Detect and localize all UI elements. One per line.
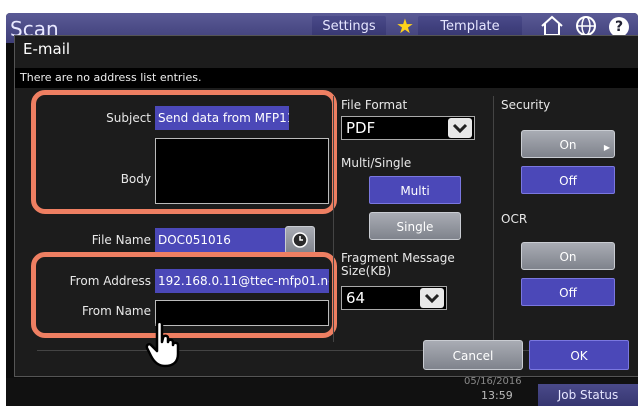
security-label: Security [501,98,551,112]
single-button[interactable]: Single [369,212,461,240]
job-status-button[interactable]: Job Status [538,384,638,406]
file-name-field[interactable]: DOC051016 [155,228,289,252]
scan-screen: Scan Settings ★ Template ? E-mail There … [6,13,638,406]
ocr-label: OCR [501,212,528,226]
status-bar: 05/16/2016 13:59 Job Status [6,376,638,406]
fragment-size-value: 64 [346,289,366,307]
ocr-on-button[interactable]: On [521,242,615,270]
help-icon[interactable]: ? [609,17,629,37]
multi-single-label: Multi/Single [341,156,412,170]
subject-body-highlight [31,90,337,214]
date-text: 05/16/2016 [464,376,522,387]
right-divider [493,96,494,342]
ok-button[interactable]: OK [529,340,629,370]
fragment-size-label: Fragment Message Size(KB) [341,251,455,278]
file-format-value: PDF [346,119,376,137]
file-name-label: File Name [91,233,151,247]
time-text: 13:59 [481,389,513,402]
dialog-title: E-mail [23,40,71,58]
triangle-right-icon: ▶ [603,143,610,152]
fragment-size-dropdown[interactable]: 64 [341,286,447,310]
file-format-label: File Format [341,98,408,112]
file-format-dropdown[interactable]: PDF [341,116,475,140]
email-dialog: E-mail There are no address list entries… [14,35,638,377]
security-off-button[interactable]: Off [521,166,615,194]
notice-text: There are no address list entries. [20,71,202,84]
cancel-button[interactable]: Cancel [423,340,523,370]
chevron-down-icon [420,288,444,308]
hand-pointer-icon [143,320,187,374]
security-on-label: On [559,138,577,152]
multi-button[interactable]: Multi [369,176,461,204]
chevron-down-icon [448,118,472,138]
ocr-off-button[interactable]: Off [521,278,615,306]
left-divider [333,96,334,342]
notice-bar: There are no address list entries. [15,68,638,88]
security-on-button[interactable]: On ▶ [521,130,615,158]
clock-icon[interactable] [285,226,315,254]
